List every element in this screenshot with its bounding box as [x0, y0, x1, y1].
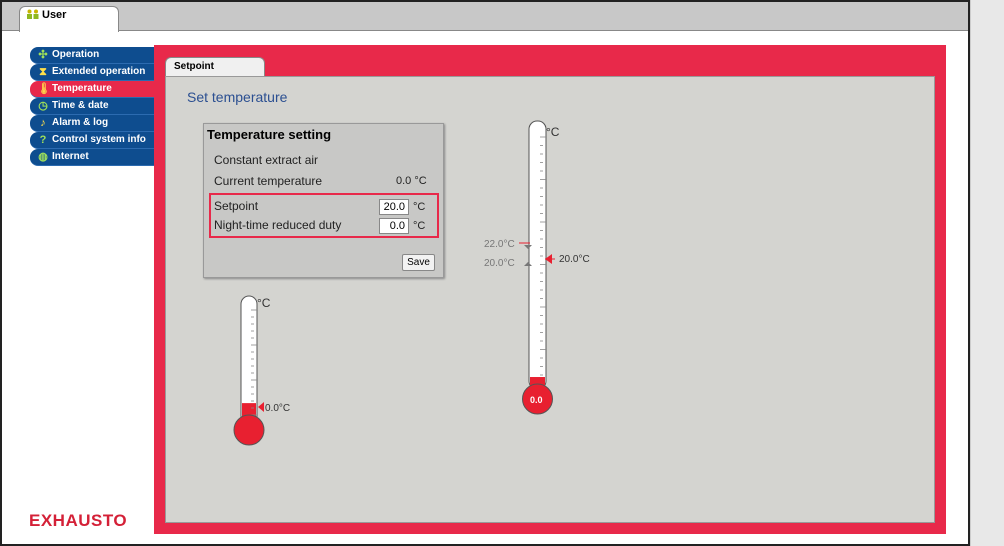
- clock-icon: ◷: [38, 100, 48, 112]
- sidebar-item-label: Time & date: [52, 100, 109, 111]
- mode-label: Constant extract air: [214, 153, 319, 167]
- sidebar-item-label: Operation: [52, 49, 100, 60]
- sidebar-item-time-date[interactable]: ◷ Time & date: [30, 98, 156, 115]
- large-thermometer: [519, 120, 555, 415]
- question-icon: ?: [39, 134, 47, 146]
- lower-limit-label: 20.0°C: [484, 258, 515, 269]
- night-duty-unit: °C: [413, 220, 426, 232]
- sidebar-item-label: Internet: [52, 151, 89, 162]
- fan-icon: ✣: [38, 49, 48, 61]
- sidebar-item-label: Extended operation: [52, 66, 146, 77]
- exhausto-logo: EXHAUSTO: [29, 511, 128, 530]
- small-thermometer-unit: °C: [257, 296, 271, 310]
- setpoint-label: Setpoint: [214, 199, 259, 213]
- reading-marker: [258, 402, 264, 412]
- small-thermometer: [233, 295, 265, 446]
- setpoint-unit: °C: [413, 201, 426, 213]
- night-duty-label: Night-time reduced duty: [214, 218, 342, 232]
- bell-icon: ♪: [40, 117, 46, 129]
- large-thermometer-unit: °C: [546, 125, 560, 139]
- sidebar-item-label: Alarm & log: [52, 117, 109, 128]
- tab-user[interactable]: User: [19, 6, 119, 32]
- hourglass-icon: ⧗: [39, 66, 47, 78]
- sidebar-item-label: Temperature: [52, 83, 112, 94]
- sidebar-item-alarm-log[interactable]: ♪ Alarm & log: [30, 115, 156, 132]
- right-gutter: [970, 0, 1004, 546]
- setpoint-highlight-box: Setpoint °C Night-time reduced duty °C: [209, 193, 439, 238]
- sidebar-item-internet[interactable]: ◍ Internet: [30, 149, 156, 166]
- setpoint-marker-label: 20.0°C: [559, 254, 590, 265]
- temperature-setting-panel: Temperature setting Constant extract air…: [203, 123, 444, 278]
- current-temperature-label: Current temperature: [214, 174, 323, 188]
- setpoint-input[interactable]: [379, 199, 409, 215]
- sidebar-item-operation[interactable]: ✣ Operation: [30, 47, 156, 64]
- small-thermometer-reading: 0.0°C: [265, 403, 291, 414]
- globe-icon: ◍: [38, 151, 48, 163]
- bulb-value: 0.0: [530, 395, 543, 405]
- top-tab-bar: User: [2, 2, 968, 32]
- sidebar-item-extended-operation[interactable]: ⧗ Extended operation: [30, 64, 156, 81]
- sidebar-item-control-system-info[interactable]: ? Control system info: [30, 132, 156, 149]
- panel-title: Temperature setting: [207, 127, 332, 142]
- night-duty-input[interactable]: [379, 218, 409, 234]
- thermometer-icon: 🌡: [37, 83, 51, 95]
- users-icon: [27, 9, 39, 19]
- sidebar-item-temperature[interactable]: 🌡 Temperature: [30, 81, 156, 98]
- tab-setpoint[interactable]: Setpoint: [165, 57, 265, 77]
- page-title: Set temperature: [187, 89, 288, 105]
- tab-user-label: User: [42, 9, 67, 21]
- sidebar: ✣ Operation ⧗ Extended operation 🌡 Tempe…: [30, 47, 156, 166]
- save-button[interactable]: Save: [402, 254, 435, 271]
- upper-limit-label: 22.0°C: [484, 239, 515, 250]
- sidebar-item-label: Control system info: [52, 134, 146, 145]
- current-temperature-value: 0.0 °C: [396, 175, 427, 187]
